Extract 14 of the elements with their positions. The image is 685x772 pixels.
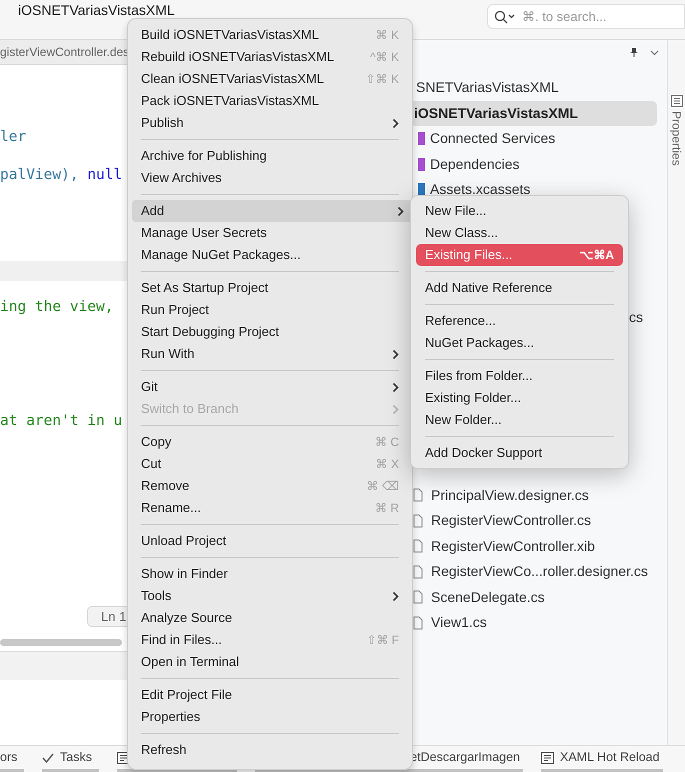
shortcut: ^⌘ K xyxy=(370,49,399,66)
shortcut: ⇧⌘ F xyxy=(366,632,399,649)
shortcut: ⌘ R xyxy=(375,500,399,517)
code-line: ing the view, xyxy=(0,298,114,317)
window-title: iOSNETVariasVistasXML xyxy=(18,2,175,18)
code-line: ler xyxy=(0,128,26,147)
shortcut: ⌥⌘A xyxy=(579,247,614,264)
shortcut: ⌘ ⌫ xyxy=(366,478,399,495)
code-line: at aren't in u xyxy=(0,412,122,431)
shortcut: ⇧⌘ K xyxy=(366,71,399,88)
shortcut: ⌘ K xyxy=(376,27,399,44)
shortcut: ⌘ X xyxy=(376,456,399,473)
shortcut: ⌘ C xyxy=(375,434,399,451)
code-line: palView), null xyxy=(0,166,122,185)
